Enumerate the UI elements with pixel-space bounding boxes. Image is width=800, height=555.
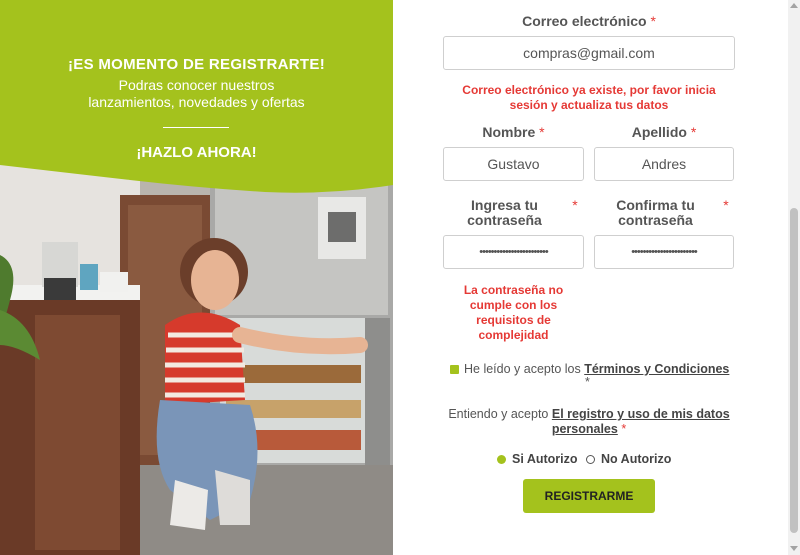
email-required-mark: * [650,13,656,29]
password-error-line4: complejidad [478,328,549,342]
terms-link[interactable]: Términos y Condiciones [584,362,729,376]
email-field[interactable] [443,36,735,70]
email-error-line2: sesión y actualiza tus datos [509,98,669,112]
promo-divider [163,127,229,128]
password-label-line1: Ingresa tu [471,197,538,213]
promo-cta: ¡HAZLO AHORA! [136,144,257,161]
confirm-label-line1: Confirma tu [616,197,695,213]
confirm-required-mark: * [723,197,729,213]
scroll-down-icon[interactable] [790,546,798,551]
password-error-line3: requisitos de [476,313,551,327]
name-label-text: Nombre [482,124,536,140]
promo-headline: ¡ES MOMENTO DE REGISTRARTE! [68,56,325,73]
password-label: Ingresa tu contraseña [443,198,566,228]
radio-no-label[interactable]: No Autorizo [601,452,671,466]
terms-row: He leído y acepto los Términos y Condici… [464,362,754,376]
radio-unselected-icon[interactable] [586,455,595,464]
password-error-line2: cumple con los [469,298,558,312]
confirm-label-line2: contraseña [618,212,693,228]
lastname-label: Apellido * [594,124,734,140]
confirm-password-label: Confirma tu contraseña [594,198,717,228]
email-error: Correo electrónico ya existe, por favor … [443,83,735,113]
email-error-line1: Correo electrónico ya existe, por favor … [462,83,716,97]
consent-text: Entiendo y acepto [448,407,552,421]
register-button[interactable]: REGISTRARME [523,479,655,513]
name-field[interactable] [443,147,584,181]
promo-subtitle-line1: Podras conocer nuestros [118,77,275,93]
lastname-field[interactable] [594,147,734,181]
scroll-up-icon[interactable] [790,3,798,8]
terms-text: He leído y acepto los [464,362,585,376]
password-error: La contraseña no cumple con los requisit… [443,283,584,343]
lastname-required-mark: * [690,124,697,140]
consent-link-line2[interactable]: personales [552,422,618,436]
password-label-line2: contraseña [467,212,542,228]
terms-required-mark: * [585,375,590,389]
lastname-label-text: Apellido [631,124,687,140]
password-error-line1: La contraseña no [463,283,564,297]
promo-subtitle-line2: lanzamientos, novedades y ofertas [88,94,305,110]
promo-subtitle: Podras conocer nuestros lanzamientos, no… [0,77,393,111]
name-required-mark: * [539,124,545,140]
email-label: Correo electrónico * [443,13,735,29]
confirm-password-field[interactable] [594,235,734,269]
email-label-text: Correo electrónico [522,13,647,29]
radio-selected-icon[interactable] [497,455,506,464]
radio-yes-label[interactable]: Si Autorizo [512,452,578,466]
scrollbar-thumb[interactable] [790,208,798,533]
password-required-mark: * [572,197,578,213]
registration-form: Correo electrónico * Correo electrónico … [393,0,800,555]
consent-link-line1[interactable]: El registro y uso de mis datos [552,407,730,421]
consent-row: Entiendo y acepto El registro y uso de m… [433,407,745,437]
promo-panel: ¡ES MOMENTO DE REGISTRARTE! Podras conoc… [0,0,393,555]
name-label: Nombre * [443,124,584,140]
checkbox-checked-icon[interactable] [450,365,459,374]
scrollbar[interactable] [788,0,800,555]
consent-required-mark: * [621,422,627,436]
password-field[interactable] [443,235,584,269]
